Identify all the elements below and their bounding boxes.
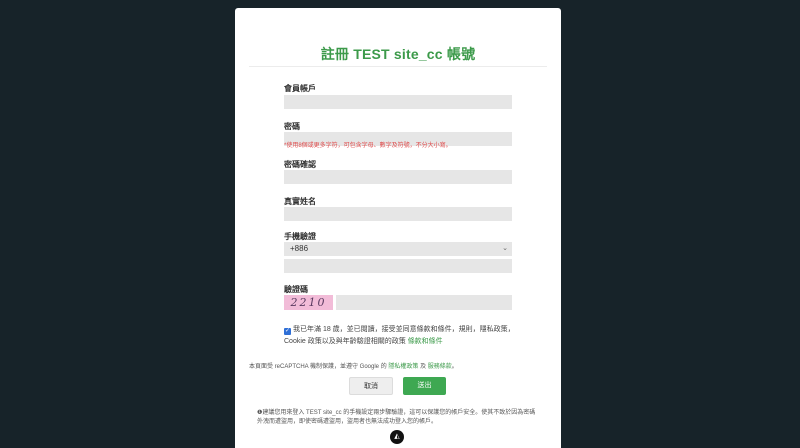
- captcha-input[interactable]: [336, 295, 512, 310]
- privacy-policy-link[interactable]: 隱私權政策: [388, 364, 418, 370]
- realname-label: 真實姓名: [284, 197, 316, 206]
- chevron-down-icon: ⌄: [502, 245, 508, 252]
- confirm-password-input[interactable]: [284, 170, 512, 184]
- password-label: 密碼: [284, 122, 300, 131]
- page-title: 註冊 TEST site_cc 帳號: [320, 46, 476, 62]
- register-modal: 註冊 TEST site_cc 帳號 會員帳戶 密碼 *使用8個或更多字符，可包…: [235, 8, 561, 448]
- two-step-notice: ❶建議您用來登入 TEST site_cc 的手機設定兩步驟驗證，這可以保護您的…: [257, 410, 536, 425]
- recaptcha-prefix: 本頁面受 reCAPTCHA 機制保護，並遵守 Google 的: [249, 364, 387, 370]
- phone-input[interactable]: [284, 259, 512, 273]
- phone-label: 手機驗證: [284, 232, 316, 241]
- captcha-label: 驗證碼: [284, 285, 308, 294]
- agree-section: ✓ 我已年滿 18 歲，並已閱讀，接受並同意條款和條件，規則，隱私政策，Cooki…: [284, 324, 524, 348]
- country-code-value: +886: [290, 244, 309, 253]
- recaptcha-end: 。: [451, 364, 458, 370]
- account-input[interactable]: [284, 95, 512, 109]
- title-divider: [249, 66, 547, 67]
- brand-logo-icon: ◭: [390, 430, 404, 444]
- password-hint: *使用8個或更多字符，可包含字母、數字及符號，不分大小寫。: [284, 143, 452, 149]
- agree-text: 我已年滿 18 歲，並已閱讀，接受並同意條款和條件，規則，隱私政策，Cookie…: [284, 326, 515, 345]
- recaptcha-notice: 本頁面受 reCAPTCHA 機制保護，並遵守 Google 的 隱私權政策 及…: [249, 361, 458, 370]
- terms-of-service-link[interactable]: 服務條款: [428, 364, 452, 370]
- cancel-button[interactable]: 取消: [349, 377, 393, 395]
- account-label: 會員帳戶: [284, 84, 316, 93]
- captcha-image[interactable]: 2210: [284, 295, 333, 310]
- country-code-select[interactable]: +886 ⌄: [284, 242, 512, 256]
- terms-link[interactable]: 條款和條件: [408, 338, 443, 345]
- submit-button[interactable]: 送出: [403, 377, 446, 395]
- checkmark-icon[interactable]: ✓: [284, 328, 291, 335]
- realname-input[interactable]: [284, 207, 512, 221]
- confirm-password-label: 密碼確認: [284, 160, 316, 169]
- recaptcha-and: 及: [420, 364, 427, 370]
